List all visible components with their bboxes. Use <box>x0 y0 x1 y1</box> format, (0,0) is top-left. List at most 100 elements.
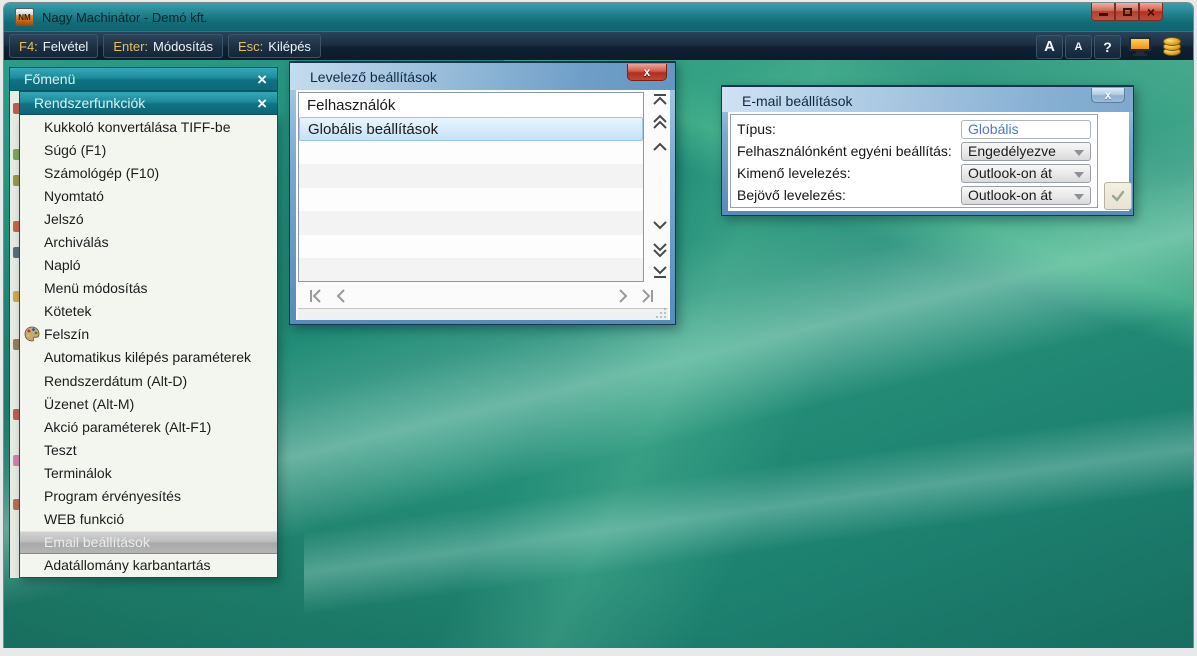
coins-icon <box>1163 36 1181 57</box>
emailwin-close-button[interactable]: x <box>1091 88 1125 103</box>
menu-item[interactable]: Felszín <box>20 323 277 346</box>
window-title: Nagy Machinátor - Demó kft. <box>42 9 208 25</box>
monitor-button[interactable] <box>1127 35 1153 59</box>
database-button[interactable] <box>1159 35 1185 59</box>
page-down-icon <box>653 243 667 258</box>
menu-item[interactable]: Kukkoló konvertálása TIFF-be <box>20 115 277 138</box>
menu-item[interactable]: Kötetek <box>20 300 277 323</box>
mailwin-close-button[interactable]: x <box>627 64 667 81</box>
menu-item[interactable]: Menü módosítás <box>20 277 277 300</box>
app-window: NM Nagy Machinátor - Demó kft. × F4: Felv… <box>3 2 1194 648</box>
chevron-down-icon <box>653 221 667 230</box>
field-value: Globális <box>968 121 1019 137</box>
menu-item-label: Napló <box>44 257 81 274</box>
menu-item[interactable]: Terminálok <box>20 461 277 484</box>
resize-grip[interactable] <box>655 307 667 319</box>
scroll-up-button[interactable] <box>650 138 670 154</box>
dropdown-arrow-icon <box>1074 171 1084 178</box>
menu-item[interactable]: WEB funkció <box>20 508 277 531</box>
maximize-button[interactable] <box>1115 3 1139 21</box>
font-increase-button[interactable]: A <box>1036 34 1063 59</box>
text-input[interactable]: Globális <box>961 119 1091 139</box>
menu-item-label: Automatikus kilépés paraméterek <box>44 349 251 366</box>
field-value: Engedélyezve <box>968 143 1056 159</box>
list-item[interactable]: Globális beállítások <box>299 117 643 141</box>
menu-item-label: Kukkoló konvertálása TIFF-be <box>44 118 231 135</box>
menu-item[interactable]: Adatállomány karbantartás <box>20 554 277 577</box>
shortcut-label: Módosítás <box>153 38 213 54</box>
toolbar-right: A A ? <box>1036 33 1185 60</box>
help-button[interactable]: ? <box>1094 34 1121 59</box>
nav-last-button[interactable] <box>638 288 656 304</box>
panel-close-icon[interactable]: × <box>257 71 267 88</box>
nav-next-icon <box>619 289 628 303</box>
shortcut-button[interactable]: Esc: Kilépés <box>228 34 321 58</box>
nav-prev-icon <box>336 289 345 303</box>
scroll-top-icon <box>653 94 667 105</box>
menu-item[interactable]: Számológép (F10) <box>20 161 277 184</box>
menu-item[interactable]: Automatikus kilépés paraméterek <box>20 346 277 369</box>
menu-item[interactable]: Napló <box>20 254 277 277</box>
field-label: Típus: <box>737 121 776 137</box>
panel-close-icon[interactable]: × <box>257 95 267 112</box>
dropdown-arrow-icon <box>1074 149 1084 156</box>
title-bar: NM Nagy Machinátor - Demó kft. × <box>4 3 1193 31</box>
confirm-button[interactable] <box>1104 182 1132 210</box>
dropdown[interactable]: Outlook-on át <box>961 163 1091 183</box>
mailwin-title-bar: Levelező beállítások <box>290 62 675 90</box>
menu-item[interactable]: Üzenet (Alt-M) <box>20 392 277 415</box>
scroll-down-button[interactable] <box>650 218 670 234</box>
form-row: Kimenő levelezés: Outlook-on át <box>737 162 1091 184</box>
menu-item[interactable]: Akció paraméterek (Alt-F1) <box>20 415 277 438</box>
dropdown[interactable]: Outlook-on át <box>961 185 1091 205</box>
minimize-button[interactable] <box>1091 3 1115 21</box>
font-decrease-button[interactable]: A <box>1065 34 1092 59</box>
scroll-bottom-button[interactable] <box>650 264 670 280</box>
menu-item-label: Kötetek <box>44 303 92 320</box>
chevron-up-icon <box>653 142 667 151</box>
nav-prev-button[interactable] <box>332 288 350 304</box>
shortcut-toolbar: F4: Felvétel Enter: Módosítás Esc: Kilépés A … <box>4 31 1193 60</box>
window-controls: × <box>1091 3 1163 21</box>
nav-first-icon <box>309 289 321 303</box>
panel-header-fomenu[interactable]: Főmenü × <box>9 67 278 91</box>
shortcut-button[interactable]: F4: Felvétel <box>9 34 99 58</box>
menu-item[interactable]: Teszt <box>20 438 277 461</box>
close-icon: x <box>643 65 651 79</box>
panel-title: Főmenü <box>24 71 76 87</box>
scroll-top-button[interactable] <box>650 92 670 108</box>
menu-item[interactable]: Program érvényesítés <box>20 485 277 508</box>
menu-item-label: Súgó (F1) <box>44 141 107 158</box>
nav-first-button[interactable] <box>306 288 324 304</box>
shortcut-button[interactable]: Enter: Módosítás <box>103 34 223 58</box>
menu-item[interactable]: Rendszerdátum (Alt-D) <box>20 369 277 392</box>
form-row: Felhasználónként egyéni beállítás: Engedé… <box>737 140 1091 162</box>
menu-item[interactable]: Archiválás <box>20 230 277 253</box>
scroll-pagedown-button[interactable] <box>650 242 670 258</box>
menu-item-label: Program érvényesítés <box>44 488 181 505</box>
menu-item[interactable]: Súgó (F1) <box>20 138 277 161</box>
scroll-pageup-button[interactable] <box>650 114 670 130</box>
mailwin-content: Felhasználók Globális beállítások <box>296 90 670 320</box>
close-icon: × <box>1146 3 1156 20</box>
shortcut-key: Enter: <box>113 38 149 54</box>
menu-item-label: Menü módosítás <box>44 280 148 297</box>
menu-item[interactable]: Nyomtató <box>20 184 277 207</box>
list-item[interactable]: Felhasználók <box>299 93 643 117</box>
close-button[interactable]: × <box>1139 3 1163 21</box>
field-value: Outlook-on át <box>968 165 1053 181</box>
desktop: Főmenü × Rendszerfunkciók × Kukkoló konv… <box>4 60 1193 648</box>
field-label: Bejövő levelezés: <box>737 187 846 203</box>
menu-item-label: Adatállomány karbantartás <box>44 557 211 574</box>
dropdown[interactable]: Engedélyezve <box>961 141 1091 161</box>
menu-item-label: Felszín <box>44 326 90 343</box>
email-settings-form: Típus: Globális Felhasználónként egyéni be… <box>730 114 1098 208</box>
sidebar-menu: Kukkoló konvertálása TIFF-be Súgó (F1) Szá… <box>19 115 278 578</box>
emailwin-title: E-mail beállítások <box>742 93 853 109</box>
nav-next-button[interactable] <box>614 288 632 304</box>
panel-header-rendszerfunkciok[interactable]: Rendszerfunkciók × <box>19 91 278 115</box>
menu-item-label: WEB funkció <box>44 511 125 528</box>
menu-item-label: Számológép (F10) <box>44 164 160 181</box>
menu-item[interactable]: Jelszó <box>20 207 277 230</box>
menu-item[interactable]: Email beállítások <box>20 530 277 554</box>
